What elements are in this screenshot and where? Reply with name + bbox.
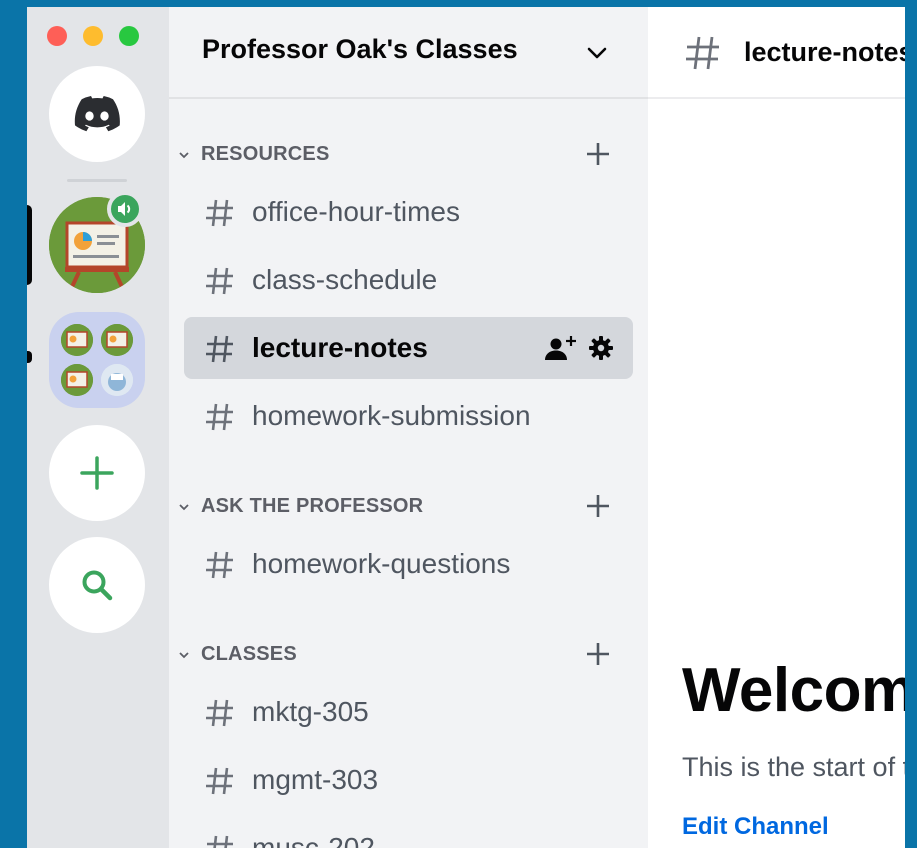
category-label: CLASSES <box>201 643 297 665</box>
folder-server-thumb <box>101 364 133 396</box>
plus-icon <box>80 456 114 490</box>
welcome-heading: Welcome to #lecture-notes! <box>682 656 905 725</box>
unread-indicator <box>27 351 32 363</box>
channel-homework-submission[interactable]: homework-submission <box>184 385 633 447</box>
channel-name: mgmt-303 <box>252 764 379 795</box>
add-member-icon[interactable] <box>544 335 578 361</box>
hash-icon <box>206 335 233 363</box>
add-server-button[interactable] <box>49 425 145 521</box>
server-folder[interactable] <box>49 312 145 408</box>
channel-name: lecture-notes <box>252 332 428 363</box>
channel-name: mktg-305 <box>252 696 369 727</box>
channel-name: class-schedule <box>252 264 438 295</box>
chevron-down-icon[interactable] <box>585 41 609 65</box>
channel-musc-202[interactable]: musc-202 <box>184 817 633 848</box>
channel-class-schedule[interactable]: class-schedule <box>184 249 633 311</box>
channel-mktg-305[interactable]: mktg-305 <box>184 681 633 743</box>
edit-channel-link[interactable]: Edit Channel <box>682 813 829 841</box>
category-classes[interactable]: CLASSES <box>169 635 648 675</box>
chevron-down-icon <box>179 652 189 659</box>
channel-name: homework-submission <box>252 400 531 431</box>
search-icon <box>82 570 113 601</box>
hash-icon <box>206 551 233 579</box>
server-name: Professor Oak's Classes <box>202 34 518 64</box>
voice-activity-badge <box>107 191 143 227</box>
server-header[interactable]: Professor Oak's Classes <box>169 7 648 99</box>
main-chat-pane: lecture-notes Welcome to #lecture-notes!… <box>648 7 905 848</box>
channel-sidebar: Professor Oak's Classes RESOURCES office… <box>169 7 648 848</box>
category-label: RESOURCES <box>201 143 330 165</box>
channel-name: homework-questions <box>252 548 511 579</box>
channel-mgmt-303[interactable]: mgmt-303 <box>184 749 633 811</box>
channel-header: lecture-notes <box>648 7 905 99</box>
window-close-button[interactable] <box>47 26 67 46</box>
channel-lecture-notes[interactable]: lecture-notes <box>184 317 633 379</box>
gear-icon[interactable] <box>588 335 614 361</box>
hash-icon <box>206 699 233 727</box>
rail-separator <box>67 179 127 182</box>
channel-start-text: This is the start of the #lecture-notes … <box>682 752 905 782</box>
channel-office-hour-times[interactable]: office-hour-times <box>184 181 633 243</box>
discord-app-window: Professor Oak's Classes RESOURCES office… <box>27 7 905 848</box>
channel-name: musc-202 <box>252 832 375 848</box>
server-professor-oak[interactable] <box>49 191 145 293</box>
chevron-down-icon <box>179 504 189 511</box>
hash-icon <box>206 403 233 431</box>
chevron-down-icon <box>179 152 189 159</box>
home-button[interactable] <box>49 66 145 162</box>
folder-server-thumb <box>61 324 93 356</box>
category-resources[interactable]: RESOURCES <box>169 135 648 175</box>
channel-homework-questions[interactable]: homework-questions <box>184 533 633 595</box>
channel-name: office-hour-times <box>252 196 461 227</box>
hash-icon <box>686 36 719 70</box>
add-channel-icon[interactable] <box>584 640 612 668</box>
server-rail <box>27 7 169 848</box>
window-zoom-button[interactable] <box>119 26 139 46</box>
category-ask-the-professor[interactable]: ASK THE PROFESSOR <box>169 487 648 527</box>
hash-icon <box>206 267 233 295</box>
window-minimize-button[interactable] <box>83 26 103 46</box>
selected-server-indicator <box>27 205 32 285</box>
add-channel-icon[interactable] <box>584 140 612 168</box>
hash-icon <box>206 767 233 795</box>
category-label: ASK THE PROFESSOR <box>201 495 424 517</box>
channel-title: lecture-notes <box>744 37 905 67</box>
speaker-icon <box>118 202 131 216</box>
hash-icon <box>207 835 233 848</box>
discord-logo-icon <box>74 96 120 132</box>
folder-server-thumb <box>101 324 133 356</box>
folder-server-thumb <box>61 364 93 396</box>
explore-servers-button[interactable] <box>49 537 145 633</box>
hash-icon <box>206 199 233 227</box>
add-channel-icon[interactable] <box>584 492 612 520</box>
